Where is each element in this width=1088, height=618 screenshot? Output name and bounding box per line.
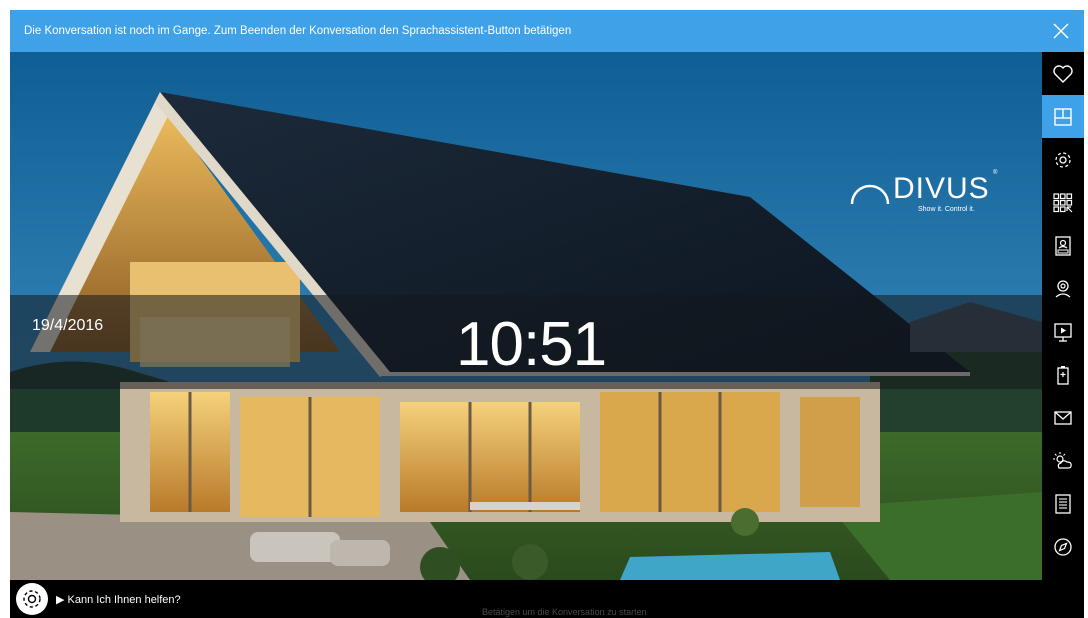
clock-band: 19/4/2016 10:51: [10, 295, 1042, 389]
user-location-icon: [1055, 279, 1071, 298]
heart-icon: [1053, 64, 1073, 83]
close-icon: [1053, 23, 1069, 39]
weather-icon: [1053, 451, 1072, 469]
mail-icon: [1054, 410, 1072, 425]
sidebar-item-log[interactable]: [1042, 482, 1084, 525]
sidebar-item-navigation[interactable]: [1042, 525, 1084, 568]
sidebar-item-location[interactable]: [1042, 267, 1084, 310]
intercom-icon: [1055, 235, 1071, 256]
sidebar-item-media[interactable]: [1042, 310, 1084, 353]
sidebar-item-floorplan[interactable]: [1042, 95, 1084, 138]
grid-apps-icon: [1053, 192, 1073, 212]
voice-assistant-bar: ▶ Kann Ich Ihnen helfen? Betätigen um di…: [10, 580, 1084, 618]
media-player-icon: [1054, 322, 1072, 342]
divus-logo: DIVUS ® Show it. Control it.: [848, 170, 998, 216]
sidebar-item-messages[interactable]: [1042, 396, 1084, 439]
logo-name: DIVUS: [893, 172, 990, 205]
sidebar-item-apps[interactable]: [1042, 181, 1084, 224]
conversation-notice-bar: Die Konversation ist noch im Gange. Zum …: [10, 10, 1084, 52]
compass-icon: [1054, 537, 1072, 556]
background-image: DIVUS ® Show it. Control it. 19/4/2016 1…: [10, 52, 1042, 580]
sidebar-item-favorites[interactable]: [1042, 52, 1084, 95]
assistant-prompt: ▶ Kann Ich Ihnen helfen?: [56, 594, 181, 606]
sidebar-item-energy[interactable]: [1042, 353, 1084, 396]
sidebar-item-intercom[interactable]: [1042, 224, 1084, 267]
close-button[interactable]: [1050, 20, 1072, 42]
logo-slogan: Show it. Control it.: [918, 206, 975, 213]
battery-icon: [1057, 365, 1069, 385]
logo-arc-icon: [850, 184, 890, 205]
logo-registered-mark: ®: [993, 170, 998, 176]
sidebar-item-weather[interactable]: [1042, 439, 1084, 482]
notice-text: Die Konversation ist noch im Gange. Zum …: [24, 25, 572, 37]
app-window: DIVUS ® Show it. Control it. 19/4/2016 1…: [10, 10, 1084, 618]
sidebar: [1042, 52, 1084, 580]
time-display: 10:51: [456, 310, 607, 379]
gear-icon: [1055, 151, 1071, 168]
floorplan-icon: [1054, 107, 1072, 126]
list-icon: [1055, 493, 1071, 514]
sidebar-item-settings[interactable]: [1042, 138, 1084, 181]
gear-icon: [23, 590, 41, 608]
assistant-hint: Betätigen um die Konversation zu starten: [482, 607, 647, 617]
voice-assistant-button[interactable]: [16, 583, 48, 615]
date-display: 19/4/2016: [32, 317, 104, 334]
